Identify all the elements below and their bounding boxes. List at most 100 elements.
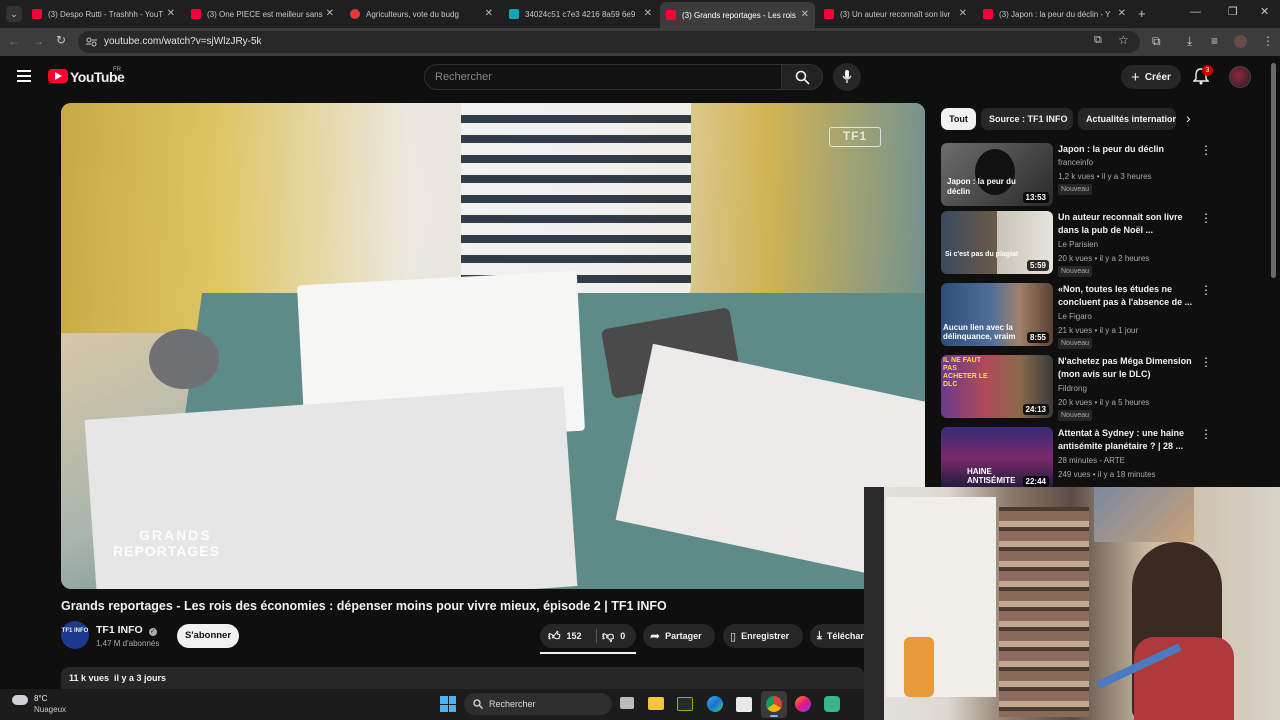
nvidia-icon[interactable]: [677, 697, 693, 711]
browser-tab[interactable]: (3) Un auteur reconnaît son livr ✕: [818, 4, 973, 24]
more-options-icon[interactable]: ⋮: [1200, 283, 1212, 297]
channel-name[interactable]: 28 minutes - ARTE: [1058, 456, 1125, 465]
close-window-icon[interactable]: ✕: [1260, 5, 1269, 18]
video-title[interactable]: Attentat à Sydney : une haine antisémite…: [1058, 427, 1198, 453]
webcam-overlay: [864, 487, 1280, 720]
channel-name[interactable]: Le Parisien: [1058, 240, 1098, 249]
windows-start-icon[interactable]: [440, 696, 456, 712]
recommended-video[interactable]: IL NE FAUT PAS ACHETER LE DLC 24:13 N'ac…: [941, 355, 1212, 421]
video-thumbnail[interactable]: IL NE FAUT PAS ACHETER LE DLC 24:13: [941, 355, 1053, 418]
notification-count-badge: 3: [1202, 65, 1213, 76]
subscribe-button[interactable]: S'abonner: [177, 624, 239, 648]
bookmark-star-icon[interactable]: ☆: [1118, 33, 1129, 47]
extensions-icon[interactable]: ⧉: [1152, 34, 1161, 49]
page-scrollbar[interactable]: [1271, 63, 1276, 278]
like-count: 152: [566, 631, 582, 641]
tab-close-icon[interactable]: ✕: [326, 8, 334, 19]
download-button[interactable]: ⤓ Téléchar: [810, 624, 864, 648]
account-avatar[interactable]: [1229, 66, 1251, 88]
store-icon[interactable]: [736, 697, 752, 712]
search-button[interactable]: [781, 64, 823, 90]
maximize-icon[interactable]: ❐: [1228, 5, 1238, 18]
video-meta: 1,2 k vues • il y a 3 heures: [1058, 172, 1152, 181]
hamburger-menu-icon[interactable]: [17, 70, 31, 82]
thumbnail-caption: Japon : la peur du déclin: [947, 177, 1016, 196]
browser-tab[interactable]: (3) Despo Rutti - Trashhh - YouT ✕: [26, 4, 181, 24]
channel-name[interactable]: Le Figaro: [1058, 312, 1092, 321]
firefox-icon[interactable]: [795, 696, 811, 712]
tab-close-icon[interactable]: ✕: [485, 8, 493, 19]
weather-condition: Nuageux: [34, 705, 67, 714]
address-bar[interactable]: youtube.com/watch?v=sjWlzJRy-5k ⧉ ☆: [78, 31, 1140, 53]
video-player[interactable]: TF1 GRANDS REPORTAGES: [61, 103, 925, 589]
minimize-icon[interactable]: —: [1190, 6, 1201, 18]
more-options-icon[interactable]: ⋮: [1200, 211, 1212, 225]
search-icon: [795, 70, 810, 85]
tab-close-icon[interactable]: ✕: [644, 8, 652, 19]
browser-tab[interactable]: Agriculteurs, vote du budg ✕: [344, 4, 499, 24]
profile-avatar[interactable]: [1234, 35, 1247, 48]
forward-icon[interactable]: →: [32, 34, 44, 48]
tab-close-icon[interactable]: ✕: [167, 8, 175, 19]
back-icon[interactable]: ←: [8, 34, 20, 48]
video-thumbnail[interactable]: HAINE ANTISÉMITE 22:44: [941, 427, 1053, 490]
edge-icon[interactable]: [707, 696, 723, 712]
media-control-icon[interactable]: ≡: [1211, 34, 1218, 48]
tab-label: 34024c51 c7e3 4216 8a59 6e9: [525, 9, 636, 19]
tab-close-icon[interactable]: ✕: [959, 8, 967, 19]
description-box[interactable]: 11 k vues il y a 3 jours: [61, 667, 864, 689]
like-button[interactable]: 👍︎ 152: [540, 624, 596, 648]
channel-avatar[interactable]: TF1 INFO: [61, 621, 89, 649]
browser-tab[interactable]: 34024c51 c7e3 4216 8a59 6e9 ✕: [503, 4, 658, 24]
recommended-video[interactable]: HAINE ANTISÉMITE 22:44 Attentat à Sydney…: [941, 427, 1212, 491]
video-thumbnail[interactable]: Japon : la peur du déclin 13:53: [941, 143, 1053, 206]
more-options-icon[interactable]: ⋮: [1200, 355, 1212, 369]
tab-search-button[interactable]: ⌄: [6, 6, 22, 22]
video-title[interactable]: «Non, toutes les études ne concluent pas…: [1058, 283, 1198, 309]
more-options-icon[interactable]: ⋮: [1200, 143, 1212, 157]
channel-name[interactable]: franceinfo: [1058, 158, 1093, 167]
chip-international-news[interactable]: Actualités internationales: [1078, 108, 1176, 130]
taskbar-search[interactable]: Rechercher: [464, 693, 612, 715]
file-explorer-icon[interactable]: [648, 697, 664, 710]
create-button[interactable]: + Créer: [1121, 65, 1181, 89]
voice-search-button[interactable]: [833, 63, 861, 91]
video-thumbnail[interactable]: Si c'est pas du plagiat 5:59: [941, 211, 1053, 274]
tab-close-icon[interactable]: ✕: [801, 9, 809, 20]
dislike-button[interactable]: 👎︎ 0: [598, 624, 636, 648]
share-button[interactable]: ➦ Partager: [643, 624, 715, 648]
browser-tab[interactable]: (3) Japon : la peur du déclin - Y ✕: [977, 4, 1132, 24]
channel-name[interactable]: Fildrong: [1058, 384, 1087, 393]
task-view-icon[interactable]: [620, 697, 634, 709]
recommended-video[interactable]: Japon : la peur du déclin 13:53 Japon : …: [941, 143, 1212, 207]
tab-close-icon[interactable]: ✕: [1118, 8, 1126, 19]
browser-menu-icon[interactable]: ⋮: [1262, 34, 1274, 48]
browser-tab-active[interactable]: (3) Grands reportages - Les rois ✕: [660, 2, 815, 28]
notifications-button[interactable]: 3: [1192, 65, 1213, 90]
search-input[interactable]: Rechercher: [424, 64, 782, 90]
install-app-icon[interactable]: ⧉: [1094, 34, 1102, 47]
chip-all[interactable]: Tout: [941, 108, 976, 130]
active-app-indicator: [770, 715, 778, 717]
channel-name[interactable]: TF1 INFO ✓: [96, 624, 157, 636]
chrome-taskbar-button[interactable]: [761, 691, 787, 718]
reload-icon[interactable]: ↻: [56, 33, 66, 47]
video-thumbnail[interactable]: Aucun lien avec la délinquance, vraim 8:…: [941, 283, 1053, 346]
chevron-right-icon[interactable]: ›: [1186, 110, 1202, 128]
download-icon[interactable]: ⤓: [1187, 34, 1192, 49]
video-title[interactable]: Japon : la peur du déclin: [1058, 143, 1198, 156]
youtube-logo-icon[interactable]: [48, 69, 68, 83]
more-options-icon[interactable]: ⋮: [1200, 427, 1212, 441]
browser-tab[interactable]: (3) One PIECE est meilleur sans ✕: [185, 4, 340, 24]
recommended-video[interactable]: Si c'est pas du plagiat 5:59 Un auteur r…: [941, 211, 1212, 277]
video-title[interactable]: N'achetez pas Méga Dimension (mon avis s…: [1058, 355, 1198, 381]
chip-source-tf1[interactable]: Source : TF1 INFO: [981, 108, 1073, 130]
new-badge: Nouveau: [1058, 184, 1093, 195]
new-tab-icon[interactable]: +: [1138, 6, 1146, 21]
youtube-favicon-icon: [32, 9, 42, 19]
app-icon[interactable]: [824, 696, 840, 712]
save-button[interactable]: ▯ Enregistrer: [723, 624, 803, 648]
site-info-icon[interactable]: [86, 37, 97, 47]
recommended-video[interactable]: Aucun lien avec la délinquance, vraim 8:…: [941, 283, 1212, 349]
video-title[interactable]: Un auteur reconnaît son livre dans la pu…: [1058, 211, 1198, 237]
